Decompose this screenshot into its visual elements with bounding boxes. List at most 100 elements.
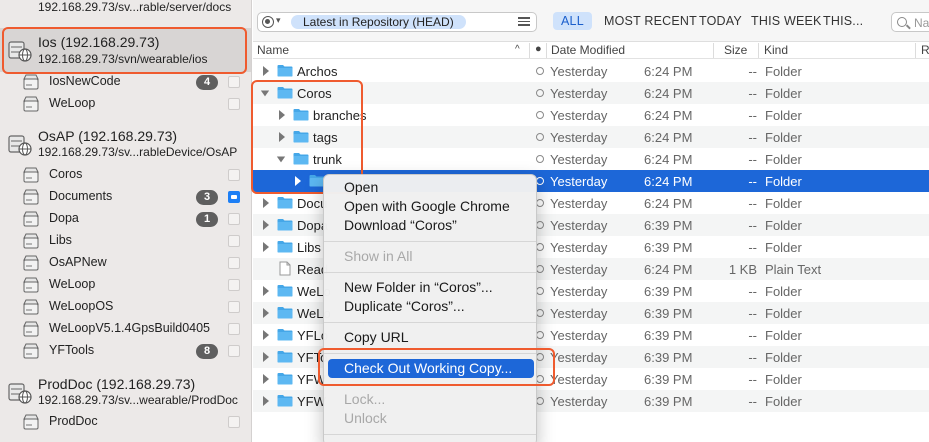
column-divider	[915, 43, 916, 58]
sidebar-item[interactable]: WeLoop	[0, 274, 251, 296]
disclosure-triangle-icon[interactable]	[261, 197, 271, 209]
menu-item-copy-url[interactable]: Copy URL	[324, 328, 536, 347]
checkbox[interactable]	[228, 98, 240, 110]
column-date-modified[interactable]: Date Modified	[551, 43, 625, 57]
column-kind[interactable]: Kind	[764, 43, 788, 57]
working-copy-icon	[23, 321, 39, 337]
status-dot-icon	[536, 309, 544, 317]
sidebar-item[interactable]: ProdDoc	[0, 411, 251, 433]
sidebar-item[interactable]: IosNewCode 4	[0, 71, 251, 93]
disclosure-triangle-icon[interactable]	[293, 175, 303, 187]
status-column-icon[interactable]: ●	[535, 43, 542, 55]
repo-ios[interactable]: Ios (192.168.29.73) 192.168.29.73/svn/we…	[0, 28, 251, 72]
disclosure-triangle-icon[interactable]	[277, 109, 287, 121]
checkbox[interactable]	[228, 169, 240, 181]
disclosure-triangle-icon[interactable]	[261, 285, 271, 297]
list-menu-icon[interactable]	[518, 15, 530, 27]
file-kind: Folder	[765, 86, 802, 101]
checkbox[interactable]	[228, 416, 240, 428]
revision-selector[interactable]: ▾ Latest in Repository (HEAD)	[257, 12, 537, 32]
sidebar-item[interactable]: OsAPNew	[0, 252, 251, 274]
sidebar-item[interactable]: Documents 3	[0, 186, 251, 208]
table-row[interactable]: tags Yesterday 6:24 PM -- Folder	[253, 126, 929, 148]
menu-item-new-folder[interactable]: New Folder in “Coros”...	[324, 278, 536, 297]
disclosure-triangle-icon[interactable]	[261, 219, 271, 231]
date-modified: Yesterday	[550, 174, 608, 189]
sort-ascending-icon[interactable]: ^	[515, 44, 520, 55]
date-modified: Yesterday	[550, 240, 608, 255]
disclosure-triangle-icon[interactable]	[261, 329, 271, 341]
time-modified: 6:24 PM	[644, 174, 693, 189]
disclosure-triangle-icon[interactable]	[261, 395, 271, 407]
sidebar-item[interactable]: WeLoop	[0, 93, 251, 115]
status-dot-icon	[536, 221, 544, 229]
column-size[interactable]: Size	[724, 43, 747, 57]
checkbox[interactable]	[228, 257, 240, 269]
menu-item-download[interactable]: Download “Coros”	[324, 216, 536, 235]
disclosure-triangle-open-icon[interactable]	[260, 87, 270, 99]
date-modified: Yesterday	[550, 306, 608, 321]
search-input[interactable]: Na	[891, 12, 929, 32]
checkbox[interactable]	[228, 191, 240, 203]
checkbox[interactable]	[228, 345, 240, 357]
table-row[interactable]: Coros Yesterday 6:24 PM -- Folder	[253, 82, 929, 104]
folder-icon	[277, 285, 293, 297]
table-row[interactable]: branches Yesterday 6:24 PM -- Folder	[253, 104, 929, 126]
revision-radio-icon	[262, 16, 274, 28]
menu-item-duplicate[interactable]: Duplicate “Coros”...	[324, 297, 536, 316]
disclosure-triangle-icon[interactable]	[261, 307, 271, 319]
repository-icon	[8, 383, 32, 404]
disclosure-triangle-icon[interactable]	[261, 351, 271, 363]
disclosure-triangle-open-icon[interactable]	[276, 153, 286, 165]
disclosure-triangle-icon[interactable]	[277, 131, 287, 143]
sidebar-item[interactable]: WeLoopV5.1.4GpsBuild0405	[0, 318, 251, 340]
checkbox[interactable]	[228, 235, 240, 247]
disclosure-triangle-icon[interactable]	[261, 241, 271, 253]
disclosure-triangle-icon[interactable]	[261, 373, 271, 385]
repo-docs-partial[interactable]: 192.168.29.73/sv...rable/server/docs	[0, 0, 251, 16]
sidebar-item[interactable]: WeLoopOS	[0, 296, 251, 318]
file-size: --	[748, 86, 757, 101]
status-dot-icon	[536, 89, 544, 97]
column-extra[interactable]: R	[921, 43, 929, 57]
menu-item-open[interactable]: Open	[324, 178, 536, 197]
menu-item-show-in-all: Show in All	[344, 248, 413, 264]
checkbox[interactable]	[228, 323, 240, 335]
checkbox[interactable]	[228, 213, 240, 225]
count-badge: 8	[196, 344, 218, 359]
menu-item-open-chrome[interactable]: Open with Google Chrome	[324, 197, 536, 216]
working-copy-icon	[23, 277, 39, 293]
menu-separator	[324, 322, 536, 323]
repo-proddoc[interactable]: ProdDoc (192.168.29.73) 192.168.29.73/sv…	[0, 372, 251, 416]
checkbox[interactable]	[228, 301, 240, 313]
filter-today[interactable]: TODAY	[699, 14, 742, 28]
disclosure-triangle-icon[interactable]	[261, 65, 271, 77]
sidebar-item-label: YFTools	[49, 343, 95, 357]
time-modified: 6:24 PM	[644, 130, 693, 145]
file-name: YFW	[297, 394, 326, 409]
folder-icon	[277, 351, 293, 363]
repo-osap[interactable]: OsAP (192.168.29.73) 192.168.29.73/sv...…	[0, 124, 251, 168]
folder-icon	[277, 241, 293, 253]
search-icon	[897, 17, 907, 27]
file-size: --	[748, 372, 757, 387]
column-divider	[713, 43, 714, 58]
file-size: --	[748, 284, 757, 299]
menu-item-check-out-working-copy[interactable]: Check Out Working Copy...	[328, 359, 534, 378]
filter-most-recent[interactable]: MOST RECENT	[604, 14, 697, 28]
sidebar-item-label: Coros	[49, 167, 83, 181]
filter-more[interactable]: THIS...	[823, 14, 863, 28]
sidebar-item[interactable]: Libs	[0, 230, 251, 252]
table-row[interactable]: trunk Yesterday 6:24 PM -- Folder	[253, 148, 929, 170]
checkbox[interactable]	[228, 279, 240, 291]
filter-this-week[interactable]: THIS WEEK	[751, 14, 822, 28]
table-row[interactable]: Archos Yesterday 6:24 PM -- Folder	[253, 60, 929, 82]
sidebar-item-label: Dopa	[49, 211, 79, 225]
sidebar-item[interactable]: Dopa 1	[0, 208, 251, 230]
filter-all[interactable]: ALL	[553, 12, 592, 30]
sidebar-item[interactable]: Coros	[0, 164, 251, 186]
column-name[interactable]: Name	[257, 43, 289, 57]
folder-icon	[277, 373, 293, 385]
checkbox[interactable]	[228, 76, 240, 88]
sidebar-item[interactable]: YFTools 8	[0, 340, 251, 362]
